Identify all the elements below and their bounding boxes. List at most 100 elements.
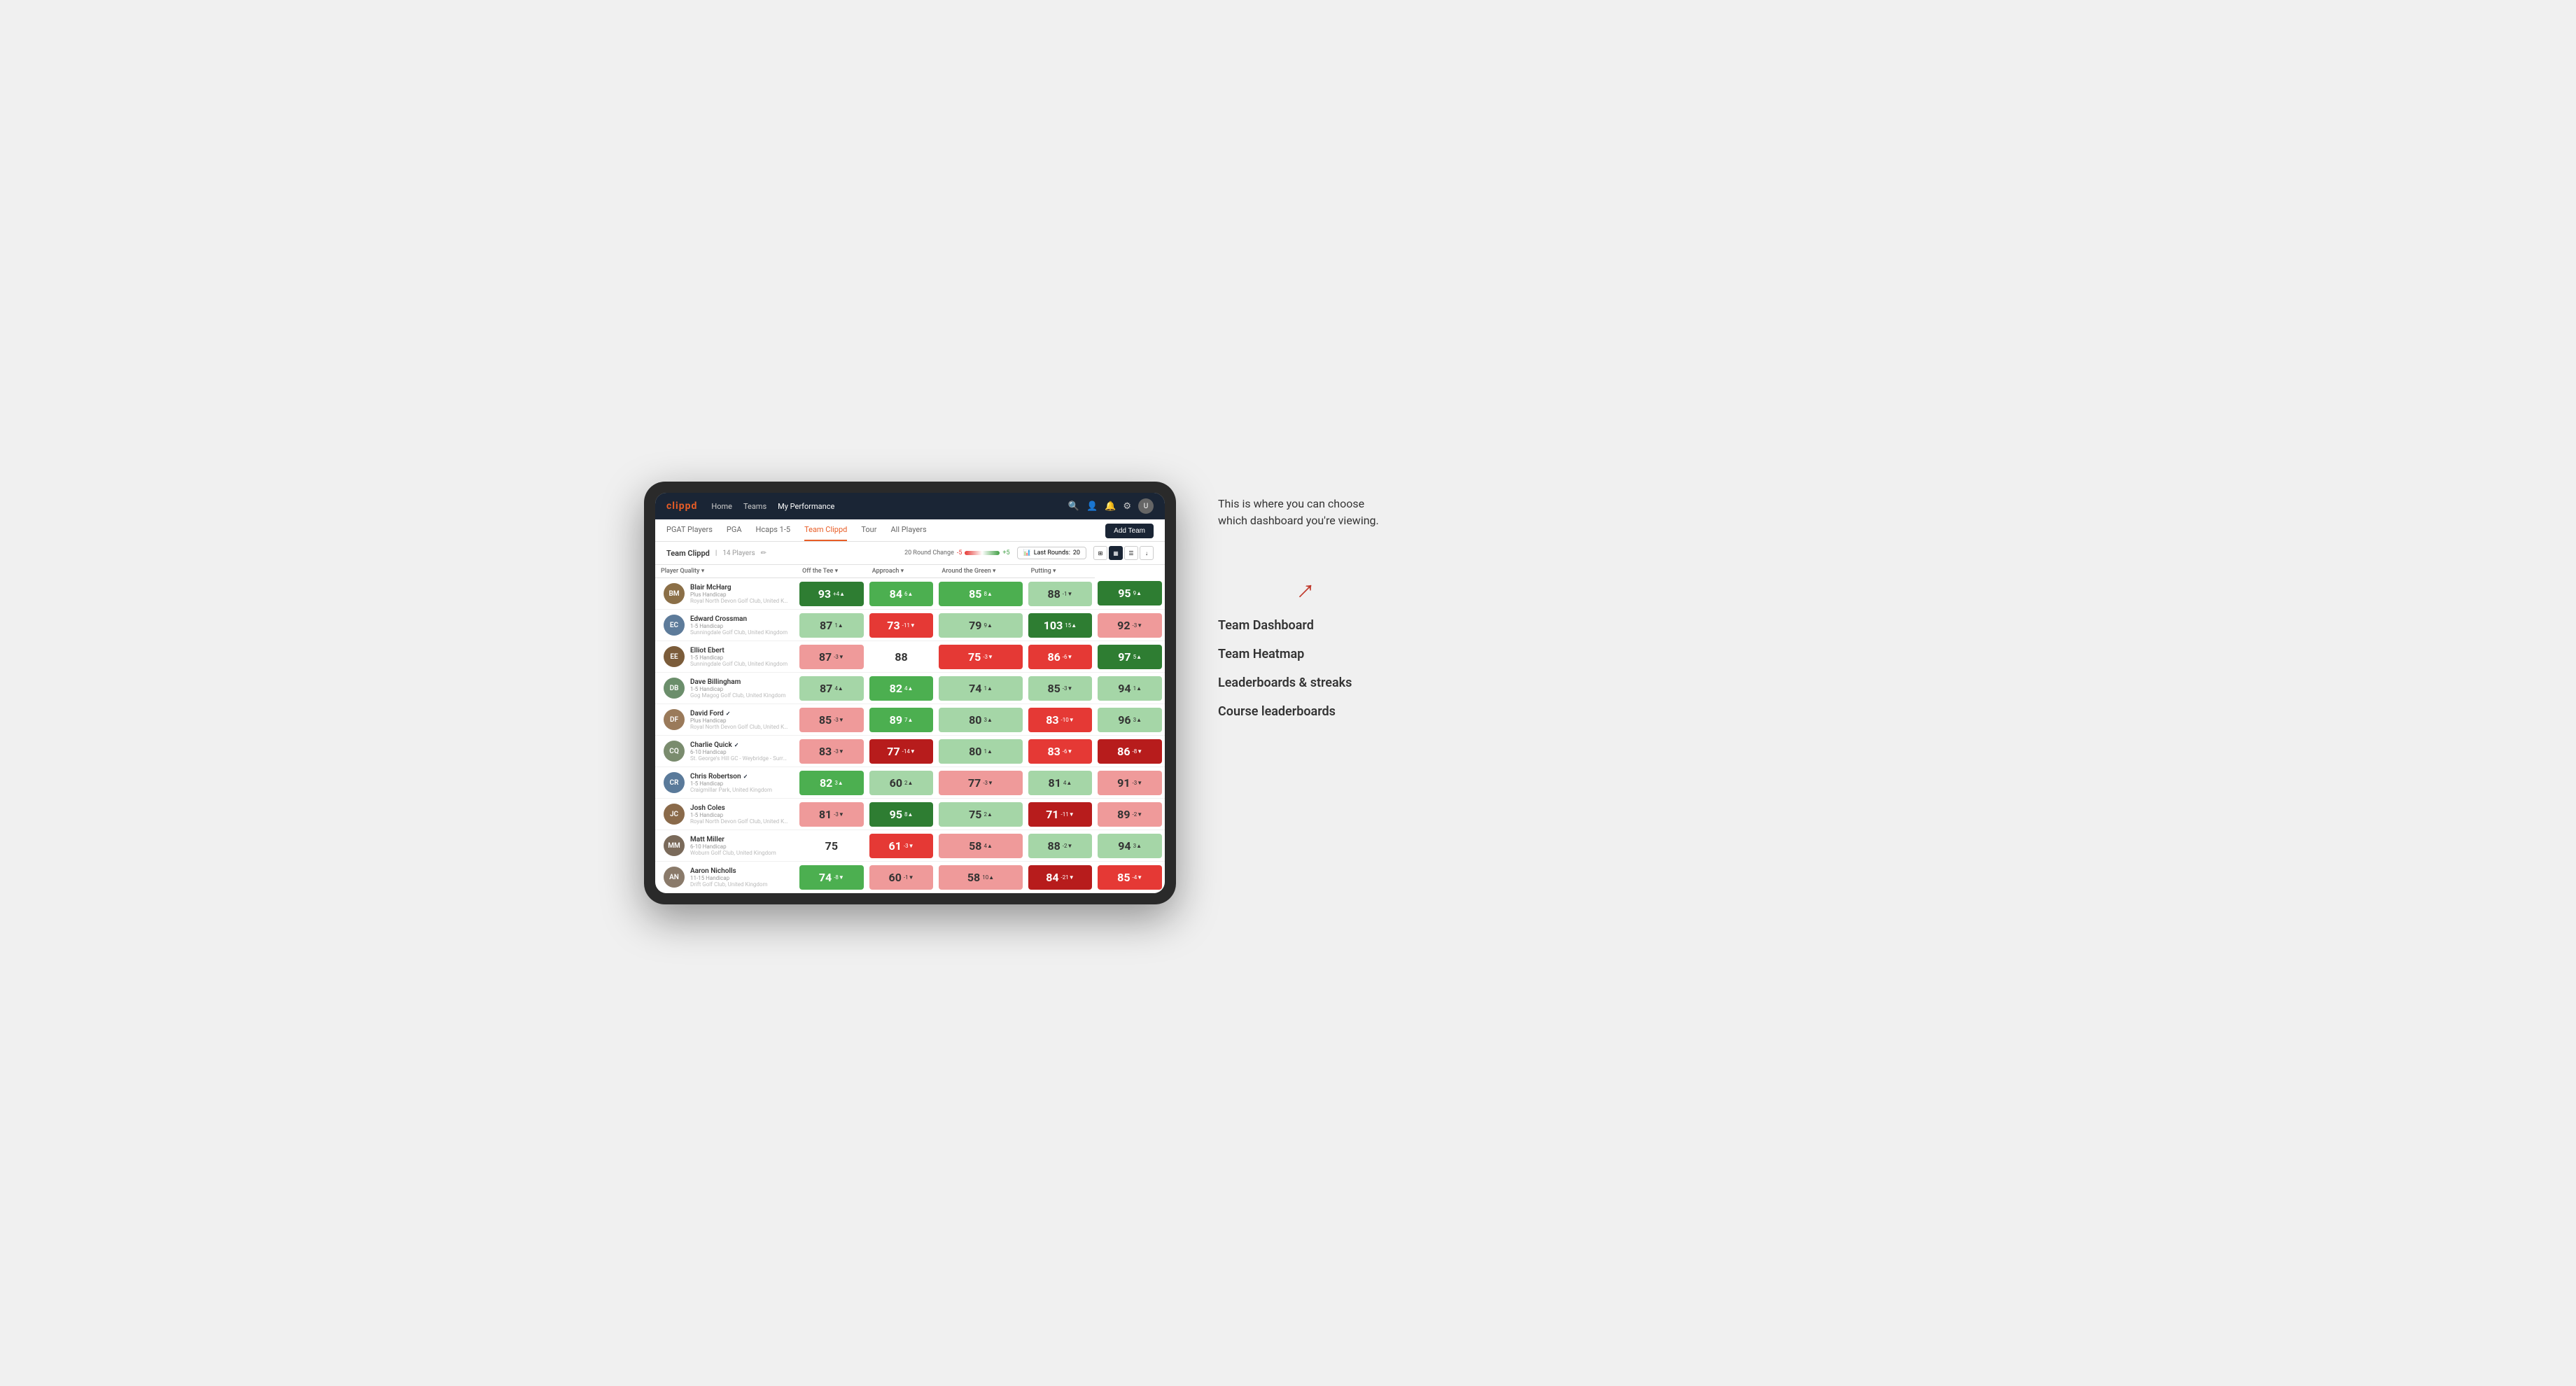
player-handicap: Plus Handicap <box>690 718 788 724</box>
score-number: 74 <box>969 682 981 695</box>
player-club: St. George's Hill GC - Weybridge - Surre… <box>690 755 788 762</box>
score-change: 7▲ <box>904 717 913 723</box>
player-info: AN Aaron Nicholls 11-15 Handicap Drift G… <box>658 864 794 890</box>
score-cell: 85 8▲ <box>936 578 1025 610</box>
nav-link-home[interactable]: Home <box>711 500 732 512</box>
table-row[interactable]: JC Josh Coles 1-5 Handicap Royal North D… <box>655 799 1165 830</box>
list-view-button[interactable]: ☰ <box>1124 546 1138 560</box>
th-player[interactable]: Player Quality ▾ <box>655 565 797 578</box>
score-number: 81 <box>1049 776 1061 790</box>
th-around-green[interactable]: Around the Green ▾ <box>936 565 1025 578</box>
notification-icon[interactable]: 🔔 <box>1105 501 1116 512</box>
user-icon[interactable]: 👤 <box>1086 501 1098 512</box>
score-cell-inner: 87 4▲ <box>799 676 864 701</box>
dashboard-item-team-dashboard[interactable]: Team Dashboard <box>1218 618 1386 633</box>
table-row[interactable]: CR Chris Robertson ✓ 1-5 Handicap Craigm… <box>655 767 1165 799</box>
player-details: Josh Coles 1-5 Handicap Royal North Devo… <box>690 804 788 825</box>
player-club: Royal North Devon Golf Club, United King… <box>690 598 788 604</box>
team-header-right: 20 Round Change -5 +5 📊 Last Rounds: 20 … <box>904 546 1154 560</box>
sub-nav-pga[interactable]: PGA <box>727 519 742 541</box>
sub-nav-pgat-players[interactable]: PGAT Players <box>666 519 713 541</box>
nav-logo[interactable]: clippd <box>666 500 697 512</box>
verified-icon: ✓ <box>743 774 748 780</box>
nav-link-teams[interactable]: Teams <box>743 500 766 512</box>
th-approach[interactable]: Approach ▾ <box>867 565 937 578</box>
score-cell-inner: 83 -3▼ <box>799 739 864 764</box>
search-icon[interactable]: 🔍 <box>1068 501 1079 512</box>
player-details: Charlie Quick ✓ 6-10 Handicap St. George… <box>690 741 788 762</box>
score-number: 88 <box>1047 587 1060 601</box>
score-change: -14▼ <box>902 748 916 755</box>
score-number: 88 <box>1047 839 1060 853</box>
player-cell: AN Aaron Nicholls 11-15 Handicap Drift G… <box>655 862 797 893</box>
download-button[interactable]: ↓ <box>1140 546 1154 560</box>
table-row[interactable]: CQ Charlie Quick ✓ 6-10 Handicap St. Geo… <box>655 736 1165 767</box>
player-handicap: 1-5 Handicap <box>690 686 788 692</box>
edit-icon[interactable]: ✏ <box>761 550 766 557</box>
nav-link-my-performance[interactable]: My Performance <box>778 500 834 512</box>
player-avatar: DB <box>664 678 685 699</box>
player-name[interactable]: Elliot Ebert <box>690 647 788 654</box>
table-row[interactable]: DB Dave Billingham 1-5 Handicap Gog Mago… <box>655 673 1165 704</box>
last-rounds-button[interactable]: 📊 Last Rounds: 20 <box>1017 547 1086 559</box>
table-row[interactable]: DF David Ford ✓ Plus Handicap Royal Nort… <box>655 704 1165 736</box>
score-change: 5▲ <box>1133 654 1142 660</box>
player-info: DF David Ford ✓ Plus Handicap Royal Nort… <box>658 706 794 733</box>
dashboard-item-leaderboards[interactable]: Leaderboards & streaks <box>1218 676 1386 690</box>
player-name[interactable]: Chris Robertson ✓ <box>690 773 788 780</box>
table-row[interactable]: AN Aaron Nicholls 11-15 Handicap Drift G… <box>655 862 1165 893</box>
score-cell: 84 -21▼ <box>1026 862 1096 893</box>
dashboard-item-course-leaderboards[interactable]: Course leaderboards <box>1218 704 1386 719</box>
score-change: -6▼ <box>1063 654 1073 660</box>
dashboard-item-team-heatmap[interactable]: Team Heatmap <box>1218 647 1386 662</box>
score-change: -3▼ <box>1133 622 1143 629</box>
player-details: Aaron Nicholls 11-15 Handicap Drift Golf… <box>690 867 788 888</box>
player-name[interactable]: Josh Coles <box>690 804 788 812</box>
player-name[interactable]: David Ford ✓ <box>690 710 788 718</box>
sub-nav-tour[interactable]: Tour <box>861 519 876 541</box>
player-name[interactable]: Dave Billingham <box>690 678 788 686</box>
score-cell: 77 -14▼ <box>867 736 937 767</box>
score-cell: 103 15▲ <box>1026 610 1096 641</box>
score-number: 87 <box>819 650 832 664</box>
th-putting[interactable]: Putting ▾ <box>1026 565 1096 578</box>
player-name[interactable]: Matt Miller <box>690 836 788 844</box>
score-cell-inner: 83 -10▼ <box>1028 708 1093 732</box>
table-row[interactable]: EC Edward Crossman 1-5 Handicap Sunningd… <box>655 610 1165 641</box>
score-cell: 87 1▲ <box>797 610 867 641</box>
player-details: Blair McHarg Plus Handicap Royal North D… <box>690 584 788 604</box>
score-cell-inner: 71 -11▼ <box>1028 802 1093 827</box>
settings-icon[interactable]: ⚙ <box>1123 501 1131 512</box>
player-name[interactable]: Charlie Quick ✓ <box>690 741 788 749</box>
score-cell-inner: 75 <box>799 834 864 858</box>
heatmap-view-button[interactable]: ▦ <box>1109 546 1123 560</box>
player-avatar: BM <box>664 583 685 604</box>
th-off-tee[interactable]: Off the Tee ▾ <box>797 565 867 578</box>
player-name[interactable]: Edward Crossman <box>690 615 788 623</box>
score-change: 1▲ <box>834 622 843 629</box>
score-cell: 83 -6▼ <box>1026 736 1096 767</box>
player-name[interactable]: Blair McHarg <box>690 584 788 592</box>
table-row[interactable]: EE Elliot Ebert 1-5 Handicap Sunningdale… <box>655 641 1165 673</box>
sub-nav-hcaps[interactable]: Hcaps 1-5 <box>756 519 791 541</box>
score-number: 89 <box>1117 808 1130 821</box>
player-avatar: AN <box>664 867 685 888</box>
player-avatar: JC <box>664 804 685 825</box>
score-cell: 82 3▲ <box>797 767 867 799</box>
score-cell: 89 -2▼ <box>1095 799 1165 830</box>
score-change: 15▲ <box>1065 622 1077 629</box>
score-number: 87 <box>820 619 832 632</box>
table-row[interactable]: MM Matt Miller 6-10 Handicap Woburn Golf… <box>655 830 1165 862</box>
table-row[interactable]: BM Blair McHarg Plus Handicap Royal Nort… <box>655 578 1165 610</box>
player-name[interactable]: Aaron Nicholls <box>690 867 788 875</box>
score-cell: 94 1▲ <box>1095 673 1165 704</box>
sub-nav-team-clippd[interactable]: Team Clippd <box>804 519 847 541</box>
grid-view-button[interactable]: ⊞ <box>1093 546 1107 560</box>
score-cell-inner: 87 -3▼ <box>799 645 864 669</box>
avatar[interactable]: U <box>1138 498 1154 514</box>
score-cell: 92 -3▼ <box>1095 610 1165 641</box>
sub-nav-all-players[interactable]: All Players <box>890 519 926 541</box>
add-team-button[interactable]: Add Team <box>1105 524 1154 538</box>
score-number: 82 <box>890 682 902 695</box>
team-count: 14 Players <box>722 550 755 557</box>
